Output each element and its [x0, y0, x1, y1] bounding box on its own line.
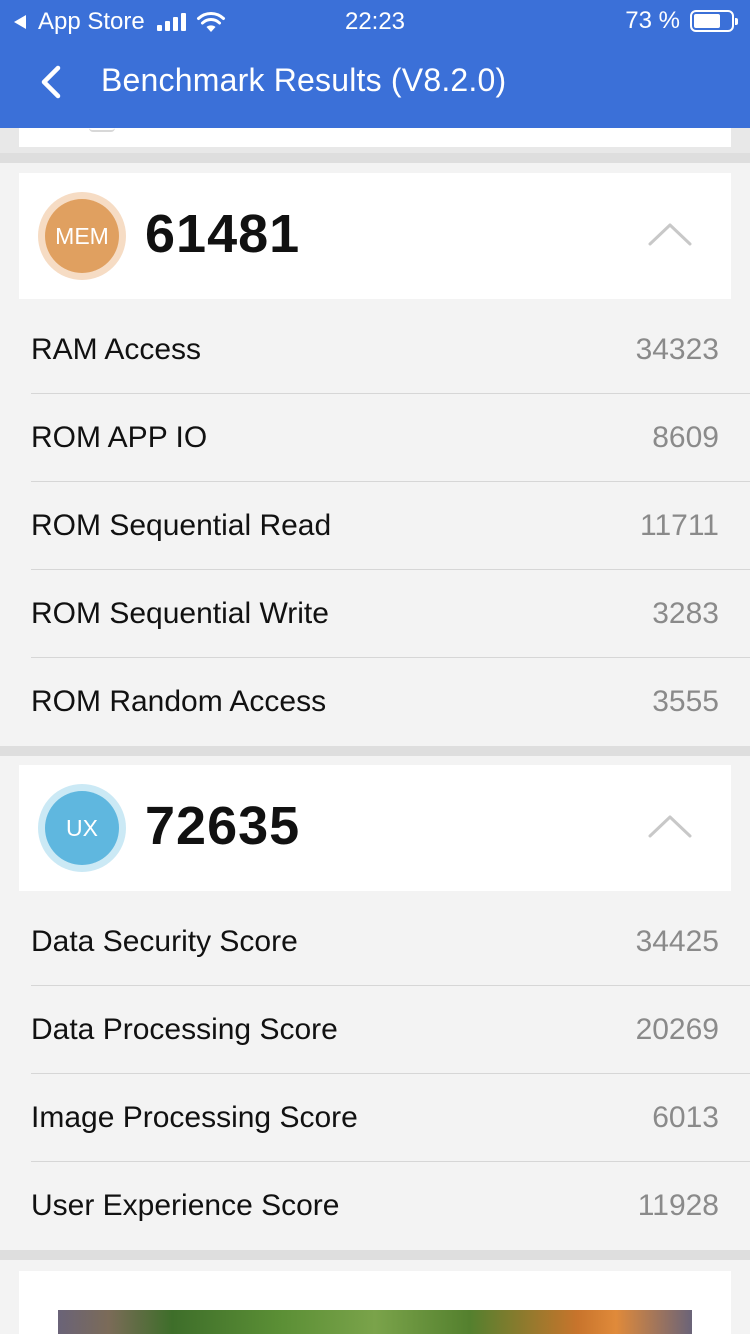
ux-total-score: 72635 [145, 796, 301, 856]
row-value: 20269 [635, 1013, 719, 1046]
battery-fill [694, 14, 721, 28]
row-label: ROM Random Access [31, 685, 327, 718]
row-value: 11928 [637, 1189, 719, 1222]
ux-score-card[interactable]: UX 72635 [19, 765, 731, 891]
mem-detail-list: RAM Access 34323 ROM APP IO 8609 ROM Seq… [0, 306, 750, 746]
status-bar: App Store 22:23 73 % [0, 0, 750, 40]
row-label: Image Processing Score [31, 1101, 358, 1134]
battery-percentage: 73 % [625, 7, 680, 34]
row-value: 11711 [640, 509, 719, 542]
row-value: 3283 [652, 597, 719, 630]
row-label: Data Security Score [31, 925, 298, 958]
mem-badge: MEM [38, 192, 126, 280]
ux-detail-list: Data Security Score 34425 Data Processin… [0, 898, 750, 1250]
mem-total-score: 61481 [145, 204, 301, 264]
battery-icon [690, 10, 738, 32]
battery-status: 73 % [625, 7, 738, 35]
row-value: 34323 [635, 333, 719, 366]
row-label: User Experience Score [31, 1189, 340, 1222]
nav-bar: Benchmark Results (V8.2.0) [0, 40, 750, 128]
promo-image [58, 1310, 692, 1334]
row-value: 8609 [652, 421, 719, 454]
row-value: 3555 [652, 685, 719, 718]
list-item: ROM Sequential Write 3283 [0, 570, 750, 658]
chevron-left-icon[interactable] [30, 60, 74, 104]
row-label: ROM Sequential Read [31, 509, 332, 542]
ux-badge: UX [38, 784, 126, 872]
ux-badge-label: UX [45, 791, 119, 865]
row-label: Data Processing Score [31, 1013, 338, 1046]
page-title: Benchmark Results (V8.2.0) [101, 62, 507, 98]
list-item: RAM Access 34323 [0, 306, 750, 394]
list-item: ROM Sequential Read 11711 [0, 482, 750, 570]
row-value: 34425 [635, 925, 719, 958]
mem-score-card[interactable]: MEM 61481 [19, 173, 731, 299]
row-label: ROM APP IO [31, 421, 208, 454]
chevron-up-icon[interactable] [645, 219, 695, 249]
list-item: ROM Random Access 3555 [0, 658, 750, 746]
header: App Store 22:23 73 % Benchmark Results (… [0, 0, 750, 128]
row-label: RAM Access [31, 333, 202, 366]
list-item: User Experience Score 11928 [0, 1162, 750, 1250]
row-label: ROM Sequential Write [31, 597, 329, 630]
list-item: ROM APP IO 8609 [0, 394, 750, 482]
row-value: 6013 [652, 1101, 719, 1134]
chevron-up-icon[interactable] [645, 811, 695, 841]
previous-card-edge [89, 128, 115, 132]
list-item: Data Security Score 34425 [0, 898, 750, 986]
mem-badge-label: MEM [45, 199, 119, 273]
list-item: Data Processing Score 20269 [0, 986, 750, 1074]
list-item: Image Processing Score 6013 [0, 1074, 750, 1162]
previous-card-remnant [19, 128, 731, 147]
promo-card[interactable] [19, 1271, 731, 1334]
